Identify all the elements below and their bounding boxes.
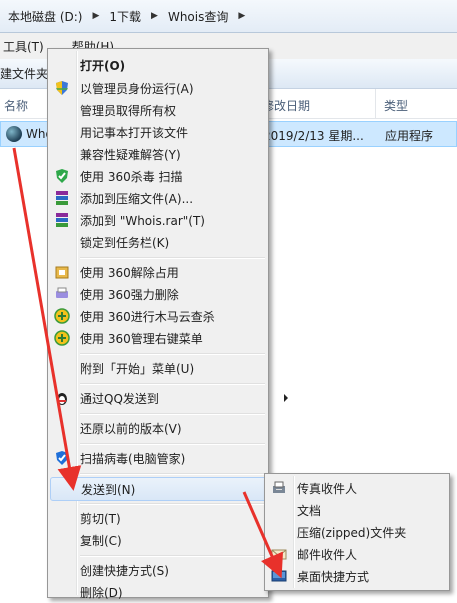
menu-item-label: 添加到 "Whois.rar"(T) [80, 213, 205, 228]
pc-manager-shield-icon [56, 451, 68, 465]
menu-item-label: 创建快捷方式(S) [80, 563, 169, 578]
menu-item-label: 通过QQ发送到 [80, 391, 159, 406]
menu-item-label: 添加到压缩文件(A)... [80, 191, 194, 206]
menu-item-delete[interactable]: 删除(D) [50, 581, 296, 603]
send-to-fax[interactable]: 传真收件人 [267, 477, 457, 499]
breadcrumb-separator-icon[interactable]: ▶ [232, 11, 251, 21]
menu-item-label: 以管理员身份运行(A) [80, 81, 194, 96]
send-to-mail[interactable]: 邮件收件人 [267, 543, 457, 565]
menu-separator [80, 257, 265, 259]
menu-item-label: 剪切(T) [80, 511, 121, 526]
menu-item-label: 使用 360强力删除 [80, 287, 179, 302]
menu-separator [80, 473, 265, 475]
menu-item-pin-taskbar[interactable]: 锁定到任务栏(K) [50, 231, 296, 253]
menu-separator [80, 383, 265, 385]
breadcrumb-whois-label: Whois查询 [167, 9, 229, 24]
file-unlock-icon [55, 266, 69, 279]
column-name-header[interactable]: 名称 [4, 97, 28, 114]
menu-item-label: 使用 360杀毒 扫描 [80, 169, 183, 184]
menu-item-send-qq[interactable]: 通过QQ发送到 [50, 387, 296, 409]
menu-item-take-ownership[interactable]: 管理员取得所有权 [50, 99, 296, 121]
menu-item-send-to[interactable]: 发送到(N) [50, 477, 298, 501]
column-divider[interactable] [375, 89, 376, 119]
send-to-desktop-shortcut[interactable]: 桌面快捷方式 [267, 565, 457, 587]
menu-item-virus-scan[interactable]: 扫描病毒(电脑管家) [50, 447, 296, 469]
menu-item-label: 打开(O) [80, 58, 126, 73]
menu-item-label: 用记事本打开该文件 [80, 125, 189, 140]
winrar-books-icon [56, 191, 68, 205]
360-antivirus-shield-icon [56, 169, 68, 183]
menu-item-label: 扫描病毒(电脑管家) [80, 451, 186, 466]
menu-separator [80, 443, 265, 445]
breadcrumb-separator-icon[interactable]: ▶ [145, 11, 164, 21]
winrar-books-icon [56, 213, 68, 227]
menu-item-label: 使用 360进行木马云查杀 [80, 309, 215, 324]
menu-item-cut[interactable]: 剪切(T) [50, 507, 296, 529]
breadcrumb-download-label: 1下载 [109, 9, 142, 24]
menu-item-compatibility[interactable]: 兼容性疑难解答(Y) [50, 143, 296, 165]
menu-item-label: 压缩(zipped)文件夹 [297, 525, 407, 540]
menu-tools[interactable]: 工具(T) [0, 38, 47, 55]
menu-item-label: 邮件收件人 [297, 547, 358, 562]
menu-item-label: 文档 [297, 503, 322, 518]
submenu-arrow-icon [284, 394, 288, 402]
fax-machine-icon [273, 481, 285, 493]
360-plus-icon [54, 330, 70, 346]
menu-item-label: 使用 360管理右键菜单 [80, 331, 203, 346]
menu-item-label: 使用 360解除占用 [80, 265, 179, 280]
column-type-header[interactable]: 类型 [384, 97, 408, 114]
menu-separator [80, 413, 265, 415]
breadcrumb-drive-label: 本地磁盘 (D:) [8, 9, 83, 24]
new-folder-button[interactable]: 建文件夹 [0, 65, 48, 82]
context-menu: 打开(O) 以管理员身份运行(A) 管理员取得所有权 用记事本打开该文件 兼容性… [47, 48, 298, 600]
qq-penguin-icon [57, 393, 67, 405]
menu-item-create-shortcut[interactable]: 创建快捷方式(S) [50, 559, 296, 581]
menu-item-restore-versions[interactable]: 还原以前的版本(V) [50, 417, 296, 439]
menu-item-run-as-admin[interactable]: 以管理员身份运行(A) [50, 77, 296, 99]
menu-separator [80, 555, 265, 557]
breadcrumb-folder-download[interactable]: 1下载 [105, 5, 145, 27]
uac-shield-icon [56, 81, 68, 95]
menu-item-open[interactable]: 打开(O) [50, 54, 296, 76]
menu-item-label: 发送到(N) [81, 482, 136, 497]
address-bar[interactable]: 本地磁盘 (D:) ▶ 1下载 ▶ Whois查询 ▶ [0, 0, 457, 33]
menu-item-add-rar[interactable]: 添加到 "Whois.rar"(T) [50, 209, 296, 231]
menu-separator [80, 353, 265, 355]
menu-item-label: 复制(C) [80, 533, 122, 548]
menu-separator [80, 503, 265, 505]
menu-item-360-scan[interactable]: 使用 360杀毒 扫描 [50, 165, 296, 187]
menu-item-add-archive[interactable]: 添加到压缩文件(A)... [50, 187, 296, 209]
menu-item-label: 还原以前的版本(V) [80, 421, 182, 436]
send-to-zip[interactable]: 压缩(zipped)文件夹 [267, 521, 457, 543]
file-type: 应用程序 [385, 129, 434, 143]
desktop-shortcut-icon [271, 570, 287, 582]
menu-item-label: 兼容性疑难解答(Y) [80, 147, 181, 162]
menu-item-360-trojan[interactable]: 使用 360进行木马云查杀 [50, 305, 296, 327]
menu-item-360-manage[interactable]: 使用 360管理右键菜单 [50, 327, 296, 349]
menu-item-label: 传真收件人 [297, 481, 358, 496]
menu-item-360-force-delete[interactable]: 使用 360强力删除 [50, 283, 296, 305]
menu-item-360-unlock[interactable]: 使用 360解除占用 [50, 261, 296, 283]
send-to-documents[interactable]: 文档 [267, 499, 457, 521]
menu-item-pin-start[interactable]: 附到「开始」菜单(U) [50, 357, 296, 379]
menu-item-copy[interactable]: 复制(C) [50, 529, 296, 551]
360-plus-icon [54, 308, 70, 324]
menu-item-label: 桌面快捷方式 [297, 569, 370, 584]
menu-item-label: 附到「开始」菜单(U) [80, 361, 195, 376]
menu-item-label: 管理员取得所有权 [80, 103, 177, 118]
breadcrumb-folder-whois[interactable]: Whois查询 [164, 5, 232, 27]
send-to-submenu: 传真收件人 文档 压缩(zipped)文件夹 邮件收件人 桌面快捷方式 [264, 473, 450, 591]
menu-item-label: 删除(D) [80, 585, 123, 600]
mail-envelope-icon [271, 549, 287, 560]
shredder-icon [56, 287, 68, 298]
breadcrumb-separator-icon[interactable]: ▶ [86, 11, 105, 21]
application-globe-icon [6, 126, 22, 142]
menu-item-label: 锁定到任务栏(K) [80, 235, 170, 250]
menu-item-open-notepad[interactable]: 用记事本打开该文件 [50, 121, 296, 143]
breadcrumb-drive[interactable]: 本地磁盘 (D:) [4, 5, 86, 27]
